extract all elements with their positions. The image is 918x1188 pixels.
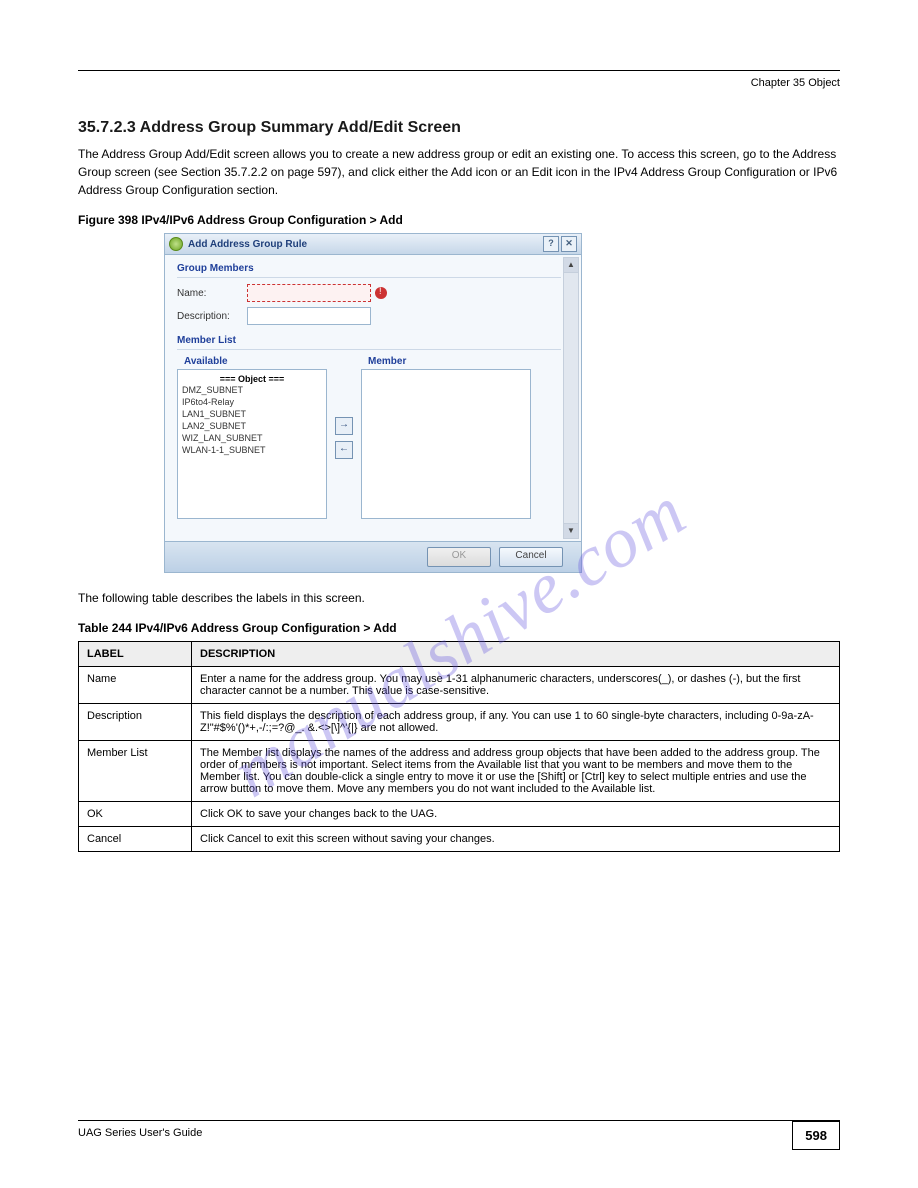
member-title: Member: [365, 356, 409, 367]
list-item[interactable]: LAN1_SUBNET: [182, 408, 322, 420]
cell-desc: Click OK to save your changes back to th…: [192, 802, 840, 827]
cancel-button[interactable]: Cancel: [499, 547, 563, 567]
list-item[interactable]: IP6to4-Relay: [182, 396, 322, 408]
description-table: LABEL DESCRIPTION Name Enter a name for …: [78, 641, 840, 852]
list-item[interactable]: LAN2_SUBNET: [182, 420, 322, 432]
scroll-down[interactable]: ▼: [564, 523, 578, 538]
cell-desc: The Member list displays the names of th…: [192, 741, 840, 802]
page-number: 598: [792, 1121, 840, 1150]
table-row: Name Enter a name for the address group.…: [79, 667, 840, 704]
cell-label: Member List: [79, 741, 192, 802]
table-header: LABEL: [79, 642, 192, 667]
cell-desc: This field displays the description of e…: [192, 704, 840, 741]
table-row: Description This field displays the desc…: [79, 704, 840, 741]
cell-label: Name: [79, 667, 192, 704]
object-divider: === Object ===: [182, 374, 322, 384]
ok-button[interactable]: OK: [427, 547, 491, 567]
member-list-heading: Member List: [177, 335, 561, 350]
scroll-up[interactable]: ▲: [564, 258, 578, 273]
dialog-scrollbar[interactable]: ▲ ▼: [563, 257, 579, 539]
section-heading: 35.7.2.3 Address Group Summary Add/Edit …: [78, 119, 840, 137]
table-intro: The following table describes the labels…: [78, 589, 840, 607]
cell-label: Cancel: [79, 827, 192, 852]
help-button[interactable]: ?: [543, 236, 559, 252]
remove-member-button[interactable]: ←: [335, 441, 353, 459]
dialog-icon: [169, 237, 183, 251]
list-item[interactable]: WIZ_LAN_SUBNET: [182, 432, 322, 444]
figure-caption: Figure 398 IPv4/IPv6 Address Group Confi…: [78, 213, 840, 227]
group-members-heading: Group Members: [177, 263, 561, 278]
description-label: Description:: [177, 311, 247, 322]
footer-text: UAG Series User's Guide: [78, 1127, 202, 1139]
close-button[interactable]: ✕: [561, 236, 577, 252]
table-caption: Table 244 IPv4/IPv6 Address Group Config…: [78, 621, 840, 635]
name-label: Name:: [177, 288, 247, 299]
name-input[interactable]: [247, 284, 371, 302]
available-title: Available: [181, 356, 231, 367]
table-row: OK Click OK to save your changes back to…: [79, 802, 840, 827]
table-row: Member List The Member list displays the…: [79, 741, 840, 802]
dialog-add-address-group: Add Address Group Rule ? ✕ ▲ ▼ Group Mem…: [164, 233, 582, 573]
list-item[interactable]: WLAN-1-1_SUBNET: [182, 444, 322, 456]
cell-label: Description: [79, 704, 192, 741]
cell-desc: Enter a name for the address group. You …: [192, 667, 840, 704]
add-member-button[interactable]: →: [335, 417, 353, 435]
dialog-title-text: Add Address Group Rule: [188, 239, 307, 250]
member-listbox[interactable]: [361, 369, 531, 519]
dialog-titlebar: Add Address Group Rule ? ✕: [165, 234, 581, 255]
error-icon: [375, 287, 387, 299]
available-listbox[interactable]: === Object === DMZ_SUBNET IP6to4-Relay L…: [177, 369, 327, 519]
list-item[interactable]: DMZ_SUBNET: [182, 384, 322, 396]
table-header: DESCRIPTION: [192, 642, 840, 667]
table-row: Cancel Click Cancel to exit this screen …: [79, 827, 840, 852]
description-input[interactable]: [247, 307, 371, 325]
section-intro: The Address Group Add/Edit screen allows…: [78, 145, 840, 199]
cell-label: OK: [79, 802, 192, 827]
page-header: Chapter 35 Object: [78, 77, 840, 89]
cell-desc: Click Cancel to exit this screen without…: [192, 827, 840, 852]
